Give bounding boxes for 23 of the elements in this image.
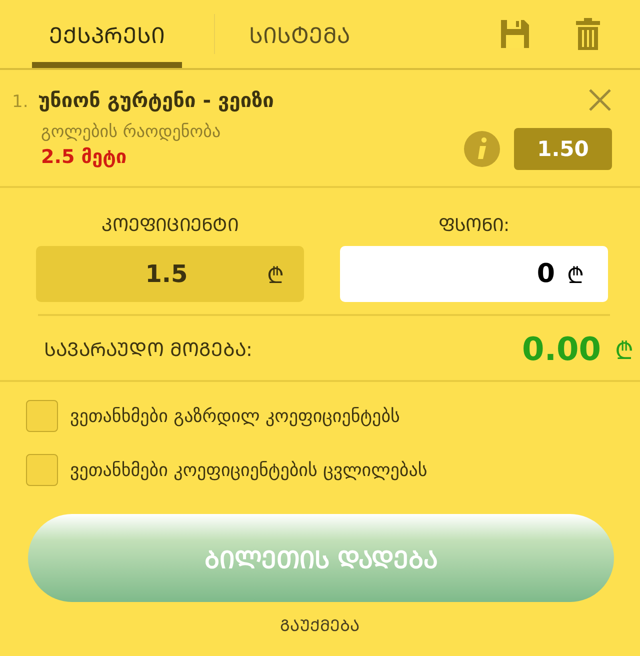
checkbox-label: ვეთანხმები კოეფიციენტების ცვლილებას: [70, 460, 428, 480]
outcome: 2.5 მეტი: [41, 146, 128, 168]
market-name: გოლების რაოდენობა: [41, 122, 222, 142]
checkbox[interactable]: [26, 400, 58, 432]
potential-win-value: 0.00: [522, 330, 601, 368]
save-icon[interactable]: [500, 19, 530, 49]
currency-sign: ₾: [615, 336, 634, 366]
checkbox[interactable]: [26, 454, 58, 486]
potential-win-label: ᲡᲐᲕᲐᲠᲐᲣᲓᲝ ᲛᲝᲒᲔᲑᲐ:: [44, 338, 254, 362]
tab[interactable]: ᲔᲥᲡᲞᲠᲔᲡᲘ: [32, 0, 182, 68]
close-icon[interactable]: [588, 88, 612, 112]
stake-field[interactable]: 0 ₾: [340, 246, 608, 302]
trash-icon[interactable]: [576, 18, 600, 50]
checkbox-label: ვეთანხმები გაზრდილ კოეფიციენტებს: [70, 406, 400, 426]
bet-number: 1.: [12, 92, 28, 112]
cancel-link[interactable]: ᲒᲐᲣᲥᲛᲔᲑᲐ: [280, 614, 360, 636]
tab[interactable]: ᲡᲘᲡᲢᲔᲛᲐ: [214, 14, 356, 54]
match-name: უნიონ გურტენი - ვეიზი: [38, 88, 274, 112]
stake-label: ᲤᲡᲝᲜᲘ:: [438, 214, 510, 236]
info-icon[interactable]: [464, 131, 500, 167]
coefficient-label: ᲙᲝᲔᲤᲘᲪᲘᲔᲜᲢᲘ: [102, 214, 238, 236]
coefficient-field: 1.5 ₾: [36, 246, 304, 302]
odds-value: 1.50: [514, 128, 612, 170]
